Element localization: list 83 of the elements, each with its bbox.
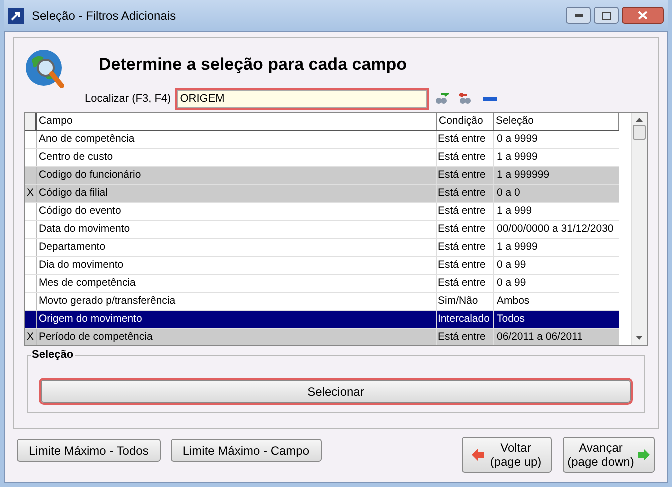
grid-row[interactable]: Codigo do funcionário Está entre 1 a 999999	[25, 167, 619, 185]
limit-button[interactable]: Limite Máximo - Todos	[17, 439, 161, 462]
table-cell: Mes de competência	[37, 275, 437, 292]
table-cell: Está entre	[437, 167, 494, 184]
window-title: Seleção - Filtros Adicionais	[32, 8, 176, 24]
right-arrow-icon	[638, 449, 650, 461]
scroll-thumb[interactable]	[633, 125, 646, 140]
table-cell-text: 1 a 999999	[496, 168, 551, 183]
table-cell: Está entre	[437, 149, 494, 166]
grid-row[interactable]: X Período de competência Está entre 06/2011 a 06/2011	[25, 329, 619, 345]
button-hint: (page up)	[490, 455, 542, 469]
grid-row[interactable]: Ano de competência Está entre 0 a 9999	[25, 131, 619, 149]
column-header[interactable]: Seleção	[494, 113, 619, 130]
table-cell-text: 0 a 99	[496, 276, 528, 291]
table-cell-text: 0 a 99	[496, 258, 528, 273]
table-cell: Origem do movimento	[37, 311, 437, 328]
close-button[interactable]	[622, 7, 664, 24]
table-cell: Movto gerado p/transferência	[37, 293, 437, 310]
table-cell: Data do movimento	[37, 221, 437, 238]
minimize-button[interactable]	[566, 7, 591, 24]
grid-row[interactable]: Mes de competência Está entre 0 a 99	[25, 275, 619, 293]
search-label: Localizar (F3, F4)	[85, 92, 172, 107]
table-cell: Está entre	[437, 203, 494, 220]
table-cell-text: 00/00/0000 a 31/12/2030	[496, 222, 615, 237]
grid-row[interactable]: Código do evento Está entre 1 a 999	[25, 203, 619, 221]
grid-row[interactable]: Centro de custo Está entre 1 a 9999	[25, 149, 619, 167]
table-cell: Está entre	[437, 185, 494, 202]
table-cell-text: 0 a 9999	[496, 132, 539, 147]
next-button[interactable]: Avançar (page down)	[563, 437, 655, 473]
grid-row[interactable]: Data do movimento Está entre 00/00/0000 a 31/12/2030	[25, 221, 619, 239]
row-marker: X	[26, 186, 34, 201]
table-cell: Período de competência	[37, 329, 437, 345]
table-cell: Sim/Não	[437, 293, 494, 310]
column-header[interactable]: Condição	[437, 113, 494, 130]
table-cell: Centro de custo	[37, 149, 437, 166]
maximize-icon	[602, 12, 611, 20]
table-cell-text: 1 a 999	[496, 204, 534, 219]
search-field[interactable]: ORIGEM	[177, 90, 428, 108]
grid-row[interactable]: Movto gerado p/transferência Sim/Não Ambos	[25, 293, 619, 311]
grid-row[interactable]: Origem do movimento Intercalado Todos	[25, 311, 619, 329]
grid-row[interactable]: Dia do movimento Está entre 0 a 99	[25, 257, 619, 275]
table-cell-text: Todos	[496, 312, 526, 327]
minimize-icon	[574, 14, 582, 17]
table-cell: Está entre	[437, 239, 494, 256]
row-marker: X	[26, 330, 34, 345]
table-cell: Codigo do funcionário	[37, 167, 437, 184]
table-cell: Está entre	[437, 257, 494, 274]
left-arrow-icon	[472, 449, 484, 461]
back-button[interactable]: Voltar (page up)	[462, 437, 552, 473]
minus-icon[interactable]	[483, 97, 498, 101]
column-header[interactable]: Campo	[37, 113, 437, 130]
heading: Determine a seleção para cada campo	[99, 54, 408, 76]
table-cell-text: 1 a 9999	[496, 150, 539, 165]
grid-row[interactable]: X Código da filial Está entre 0 a 0	[25, 185, 619, 203]
find-previous-icon[interactable]	[459, 93, 474, 105]
scrollbar[interactable]	[631, 113, 647, 345]
table-cell-text: 0 a 0	[496, 186, 522, 201]
grid-row[interactable]: Departamento Está entre 1 a 9999	[25, 239, 619, 257]
button-hint: (page down)	[568, 455, 634, 469]
maximize-button[interactable]	[594, 7, 619, 24]
table-cell: Está entre	[437, 221, 494, 238]
scroll-up-icon[interactable]	[636, 118, 643, 122]
button-label: Voltar	[500, 441, 532, 455]
button-label: Avançar	[579, 441, 623, 455]
table-cell: Ano de competência	[37, 131, 437, 148]
limit-button[interactable]: Limite Máximo - Campo	[170, 439, 322, 462]
app-icon	[8, 8, 24, 24]
close-icon	[638, 11, 648, 20]
table-cell: Intercalado	[437, 311, 494, 328]
group-title: Seleção	[31, 347, 75, 364]
table-cell: Departamento	[37, 239, 437, 256]
select-button[interactable]: Selecionar	[41, 380, 631, 403]
table-cell: Está entre	[437, 131, 494, 148]
table-cell: Código da filial	[37, 185, 437, 202]
table-cell-text: 1 a 9999	[496, 240, 539, 255]
table-cell-text: Ambos	[496, 294, 531, 309]
scroll-down-icon[interactable]	[636, 336, 643, 340]
table-cell: Código do evento	[37, 203, 437, 220]
table-cell: Dia do movimento	[37, 257, 437, 274]
table-cell: Está entre	[437, 329, 494, 345]
find-next-icon[interactable]	[435, 93, 450, 105]
table-cell-text: 06/2011 a 06/2011	[496, 330, 584, 345]
table-cell: Está entre	[437, 275, 494, 292]
